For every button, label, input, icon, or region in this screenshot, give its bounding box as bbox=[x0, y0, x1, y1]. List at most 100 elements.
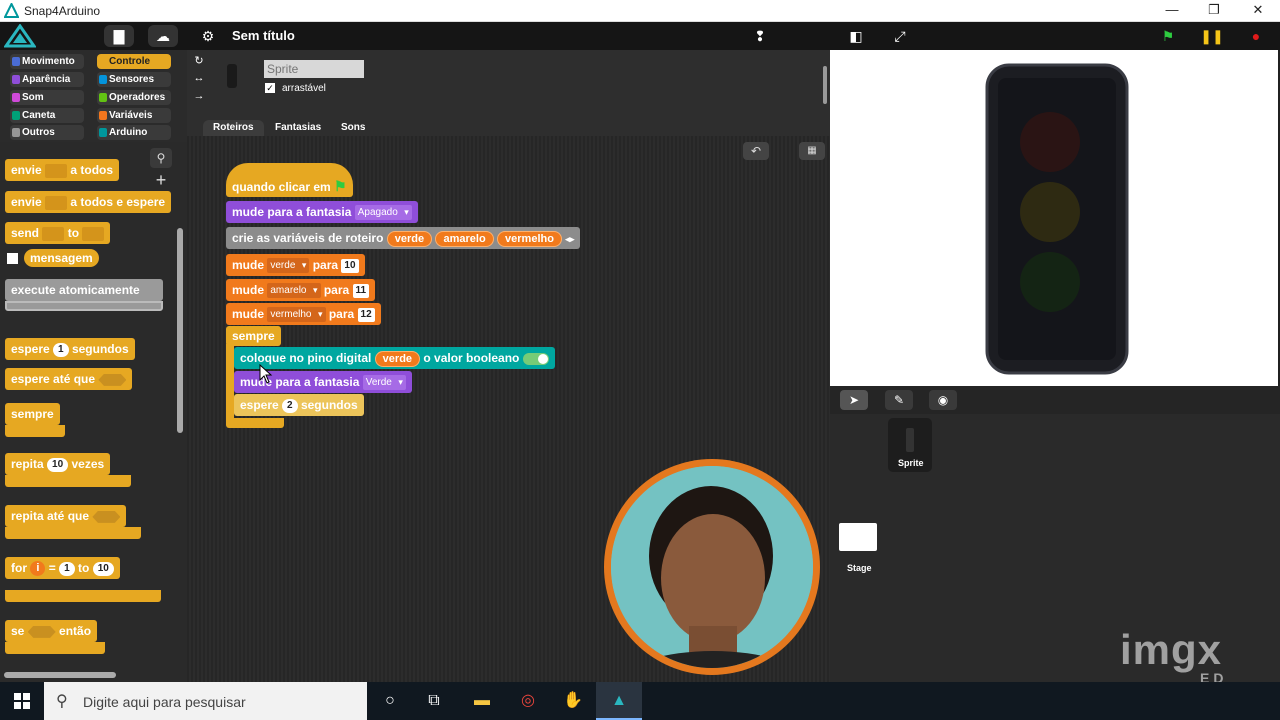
mensagem-checkbox[interactable] bbox=[7, 253, 18, 264]
palette-block-execute-atomicamente[interactable]: execute atomicamente bbox=[5, 279, 163, 301]
palette-block-sempre[interactable]: sempre bbox=[5, 403, 60, 425]
snap-logo-icon[interactable] bbox=[4, 24, 36, 48]
variable-verde[interactable]: verde bbox=[386, 230, 433, 247]
restore-icon[interactable]: ❐ bbox=[1192, 0, 1236, 22]
boolean-slot[interactable] bbox=[92, 510, 121, 523]
message-dropdown[interactable] bbox=[42, 226, 65, 241]
palette-block-for[interactable]: for i = 1 to 10 bbox=[5, 557, 120, 579]
category-outros[interactable]: Outros bbox=[10, 125, 84, 140]
paintbrush-icon[interactable]: ✎ bbox=[885, 390, 913, 410]
number-slot[interactable]: 1 bbox=[53, 342, 69, 357]
message-dropdown[interactable] bbox=[45, 163, 68, 178]
sprite-name-input[interactable] bbox=[264, 60, 364, 78]
palette-horizontal-scrollbar[interactable] bbox=[4, 672, 116, 678]
palette-block-espere-segundos[interactable]: espere 1 segundos bbox=[5, 338, 135, 360]
stop-icon[interactable]: ● bbox=[1241, 25, 1271, 47]
file-explorer-icon[interactable]: ▬ bbox=[459, 682, 505, 720]
wait-block[interactable]: espere 2 segundos bbox=[234, 394, 364, 416]
camera-icon[interactable]: ◉ bbox=[929, 390, 957, 410]
variable-amarelo[interactable]: amarelo bbox=[435, 230, 494, 247]
tab-sons[interactable]: Sons bbox=[331, 120, 375, 136]
variable-vermelho[interactable]: vermelho bbox=[497, 230, 562, 247]
tab-fantasias[interactable]: Fantasias bbox=[265, 120, 331, 136]
variable-dropdown[interactable]: amarelo bbox=[267, 283, 321, 299]
palette-block-repita[interactable]: repita 10 vezes bbox=[5, 453, 111, 475]
palette-block-envie-a-todos[interactable]: envie a todos bbox=[5, 159, 120, 181]
category-sensores[interactable]: Sensores bbox=[97, 72, 171, 87]
palette-block-espere-ate[interactable]: espere até que bbox=[5, 368, 133, 390]
rotation-any-icon[interactable]: ↻ bbox=[192, 54, 206, 68]
task-view-icon[interactable]: ⧉ bbox=[411, 682, 457, 720]
taskbar-search-box[interactable]: ⚲ Digite aqui para pesquisar bbox=[44, 682, 367, 720]
variable-dropdown[interactable]: verde bbox=[267, 258, 310, 274]
rotation-flip-icon[interactable]: ↔ bbox=[192, 72, 206, 86]
close-icon[interactable]: ✕ bbox=[1236, 0, 1280, 22]
boolean-slot[interactable] bbox=[98, 373, 127, 386]
chrome-icon[interactable]: ◎ bbox=[505, 682, 551, 720]
cloud-icon[interactable]: ☁ bbox=[148, 25, 178, 47]
pane-splitter[interactable] bbox=[823, 66, 827, 104]
palette-block-envie-espere[interactable]: envie a todos e espere bbox=[5, 191, 172, 213]
message-dropdown[interactable] bbox=[45, 195, 68, 210]
switch-costume-block[interactable]: mude para a fantasia Apagado bbox=[226, 201, 418, 223]
costume-dropdown[interactable]: Apagado bbox=[354, 205, 412, 221]
stage[interactable] bbox=[830, 50, 1278, 386]
arrows-icon[interactable]: ◂▸ bbox=[565, 234, 574, 244]
set-variable-block[interactable]: mude verde para 10 bbox=[226, 254, 365, 276]
palette-block-mensagem[interactable]: mensagem bbox=[24, 249, 99, 267]
gear-icon[interactable]: ⚙ bbox=[193, 25, 223, 47]
category-caneta[interactable]: Caneta bbox=[10, 108, 84, 123]
variable-verde[interactable]: verde bbox=[374, 350, 421, 367]
variable-dropdown[interactable]: vermelho bbox=[267, 307, 326, 323]
category-variaveis[interactable]: Variáveis bbox=[97, 108, 171, 123]
palette-block-send[interactable]: send to bbox=[5, 222, 111, 244]
stage-thumbnail[interactable] bbox=[839, 523, 877, 551]
number-slot[interactable]: 2 bbox=[282, 398, 298, 413]
minimize-icon[interactable]: — bbox=[1150, 0, 1194, 22]
rotation-none-icon[interactable]: → bbox=[192, 90, 206, 104]
cortana-icon[interactable]: ○ bbox=[367, 682, 413, 720]
category-operadores[interactable]: Operadores bbox=[97, 90, 171, 105]
digital-write-block[interactable]: coloque no pino digital verde o valor bo… bbox=[234, 347, 555, 369]
costume-dropdown[interactable]: Verde bbox=[362, 375, 406, 391]
target-dropdown[interactable] bbox=[82, 226, 105, 241]
palette-vertical-scrollbar[interactable] bbox=[177, 228, 183, 433]
boolean-slot[interactable] bbox=[27, 625, 56, 638]
category-controle[interactable]: Controle bbox=[97, 54, 171, 69]
windows-start-icon[interactable] bbox=[0, 682, 44, 720]
tab-roteiros[interactable]: Roteiros bbox=[203, 120, 264, 136]
turtle-icon[interactable]: ➤ bbox=[840, 390, 868, 410]
green-flag-icon[interactable]: ⚑ bbox=[1153, 25, 1183, 47]
plus-icon[interactable]: + bbox=[150, 170, 172, 190]
for-variable[interactable]: i bbox=[30, 561, 46, 577]
snap4arduino-taskbar-icon[interactable]: ▲ bbox=[596, 682, 642, 720]
category-aparencia[interactable]: Aparência bbox=[10, 72, 84, 87]
category-arduino[interactable]: Arduino bbox=[97, 125, 171, 140]
file-icon[interactable]: ▇ bbox=[104, 25, 134, 47]
palette-block-se-entao[interactable]: se então bbox=[5, 620, 98, 642]
search-icon[interactable]: ⚲ bbox=[150, 148, 172, 168]
value-slot[interactable]: 12 bbox=[357, 307, 375, 322]
forever-block[interactable]: sempre bbox=[226, 326, 281, 346]
draggable-checkbox[interactable]: ✓ bbox=[265, 83, 275, 93]
fullscreen-icon[interactable]: ⤢ bbox=[885, 25, 915, 47]
number-slot[interactable]: 10 bbox=[47, 457, 69, 472]
when-flag-clicked-block[interactable]: quando clicar em ⚑ bbox=[226, 163, 353, 197]
undo-icon[interactable]: ↶ bbox=[743, 142, 769, 160]
boolean-toggle[interactable] bbox=[522, 352, 549, 365]
set-variable-block[interactable]: mude vermelho para 12 bbox=[226, 303, 381, 325]
number-slot[interactable]: 1 bbox=[59, 561, 75, 576]
set-variable-block[interactable]: mude amarelo para 11 bbox=[226, 279, 376, 301]
app-hand-icon[interactable]: ✋ bbox=[550, 682, 596, 720]
pause-icon[interactable]: ❚❚ bbox=[1197, 25, 1227, 47]
category-som[interactable]: Som bbox=[10, 90, 84, 105]
value-slot[interactable]: 10 bbox=[341, 258, 359, 273]
category-movimento[interactable]: Movimento bbox=[10, 54, 84, 69]
value-slot[interactable]: 11 bbox=[352, 283, 370, 298]
keyboard-icon[interactable]: ▦ bbox=[799, 142, 825, 160]
palette-block-repita-ate[interactable]: repita até que bbox=[5, 505, 127, 527]
number-slot[interactable]: 10 bbox=[92, 561, 114, 576]
footprints-icon[interactable]: ❢ bbox=[745, 25, 775, 47]
script-variables-block[interactable]: crie as variáveis de roteiro verde amare… bbox=[226, 227, 581, 249]
stage-size-icon[interactable]: ◧ bbox=[841, 25, 871, 47]
